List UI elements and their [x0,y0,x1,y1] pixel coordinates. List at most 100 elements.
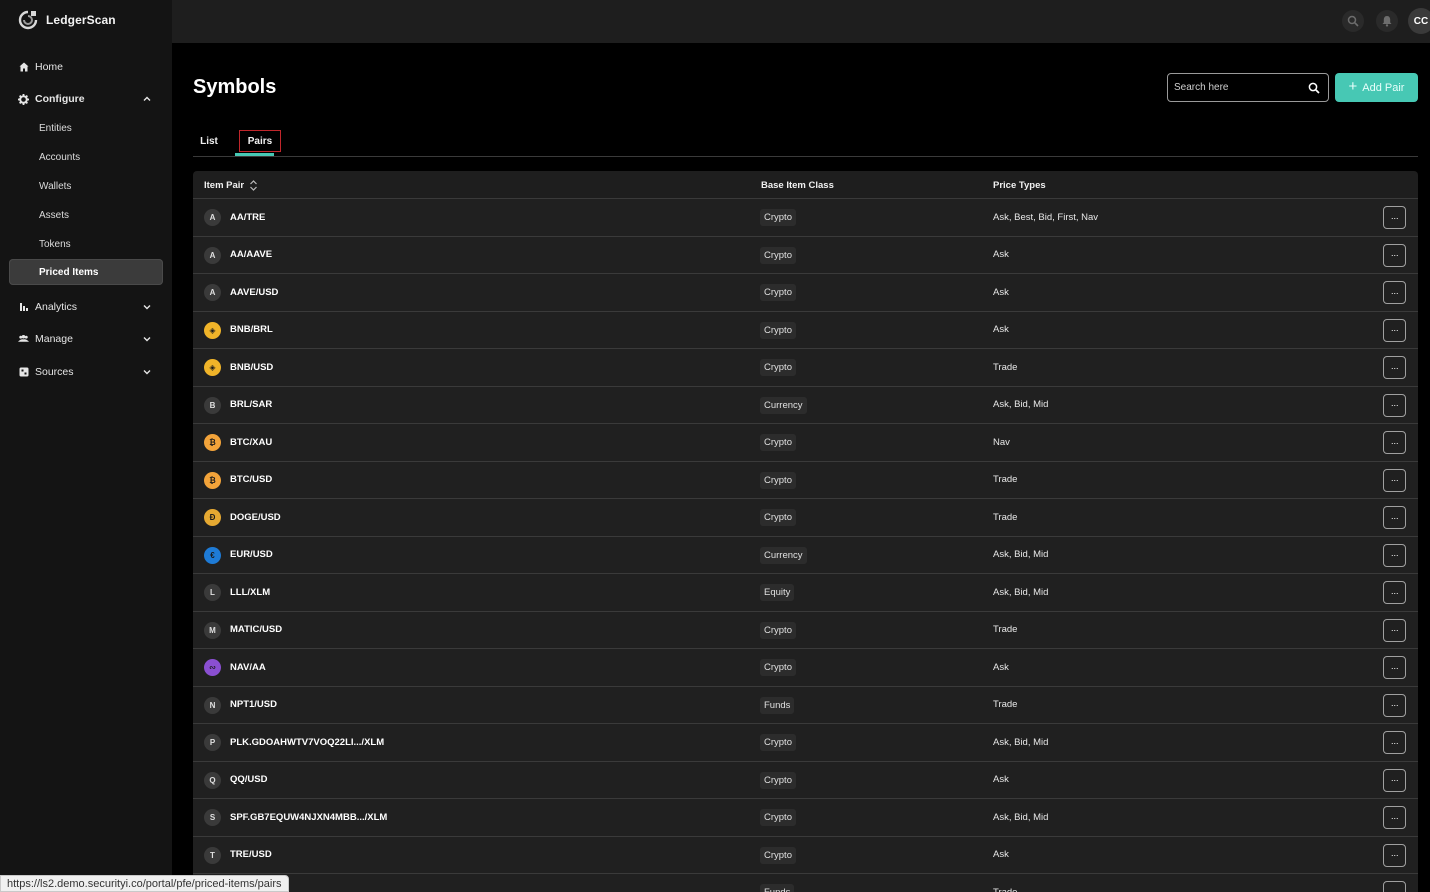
row-actions-button[interactable]: ··· [1383,431,1406,454]
sidebar-subitem-accounts[interactable]: Accounts [0,143,172,172]
sort-icon[interactable] [249,179,258,191]
sidebar-item-configure[interactable]: Configure [0,88,172,110]
item-pair-name[interactable]: BRL/SAR [230,387,272,423]
add-pair-button[interactable]: + Add Pair [1335,73,1418,102]
row-actions-button[interactable]: ··· [1383,393,1406,417]
search-input[interactable] [1174,74,1304,101]
table-row[interactable]: N NPT1/USD Funds Trade ··· [193,686,1418,724]
search-icon[interactable] [1308,82,1320,94]
bell-icon[interactable] [1376,10,1398,32]
row-actions-button[interactable]: ··· [1383,243,1406,267]
pair-icon: ∾ [204,659,221,676]
item-pair-name[interactable]: BTC/USD [230,462,272,498]
table-row[interactable]: Q QQ/USD Crypto Ask ··· [193,761,1418,799]
sidebar-item-home[interactable]: Home [0,56,172,78]
sidebar-item-analytics[interactable]: Analytics [0,296,172,318]
item-pair-name[interactable]: DOGE/USD [230,499,281,535]
row-actions-button[interactable]: ··· [1383,881,1406,892]
price-types: Ask, Bid, Mid [993,811,1049,823]
table-row[interactable]: ◈ BNB/USD Crypto Trade ··· [193,349,1418,387]
item-pair-name[interactable]: LLL/XLM [230,574,270,610]
item-pair-name[interactable]: NAV/AA [230,649,266,685]
sidebar-item-sources[interactable]: Sources [0,361,172,383]
pair-icon: A [204,246,221,264]
price-types: Trade [993,474,1018,485]
sidebar-subitem-entities[interactable]: Entities [0,114,172,143]
sidebar-subitem-priced-items[interactable]: Priced Items [9,259,163,285]
tab-list[interactable]: List [193,130,225,152]
table-row[interactable]: A AAVE/USD Crypto Ask ··· [193,274,1418,312]
item-pair-name[interactable]: SPF.GB7EQUW4NJXN4MBB.../XLM [230,799,387,835]
base-item-class-badge: Crypto [760,846,796,864]
row-actions-button[interactable]: ··· [1383,731,1406,754]
row-actions-button[interactable]: ··· [1383,768,1406,792]
row-actions-button[interactable]: ··· [1383,318,1406,342]
table-row[interactable]: A AA/AAVE Crypto Ask ··· [193,236,1418,274]
sidebar-item-manage[interactable]: Manage [0,328,172,350]
table-row[interactable]: Funds Trade ··· [193,874,1418,892]
item-pair-name[interactable]: AA/TRE [230,199,265,235]
table-row[interactable]: ◈ BNB/BRL Crypto Ask ··· [193,311,1418,349]
sidebar-subitem-tokens[interactable]: Tokens [0,230,172,259]
chevron-down-icon[interactable] [142,302,152,312]
item-pair-name[interactable]: PLK.GDOAHWTV7VOQ22LI.../XLM [230,724,384,760]
pair-icon: ₿ [204,434,221,451]
row-actions-button[interactable]: ··· [1383,618,1406,642]
row-actions-button[interactable]: ··· [1383,506,1406,529]
item-pair-name[interactable]: BTC/XAU [230,424,272,460]
row-actions-button[interactable]: ··· [1383,543,1406,567]
item-pair-name[interactable]: AA/AAVE [230,237,272,273]
table-row[interactable]: B BRL/SAR Currency Ask, Bid, Mid ··· [193,386,1418,424]
row-actions-button[interactable]: ··· [1383,656,1406,679]
base-item-class-badge: Crypto [760,246,796,264]
base-item-class-badge: Crypto [760,359,796,376]
row-actions-button[interactable]: ··· [1383,581,1406,604]
row-actions-button[interactable]: ··· [1383,281,1406,304]
item-pair-name[interactable]: MATIC/USD [230,612,282,648]
item-pair-name[interactable]: TRE/USD [230,837,272,873]
search-field[interactable] [1167,73,1329,102]
sidebar-item-label: Manage [35,333,73,345]
row-actions-button[interactable]: ··· [1383,806,1406,829]
price-types: Ask, Bid, Mid [993,736,1049,748]
table-row[interactable]: M MATIC/USD Crypto Trade ··· [193,611,1418,649]
table-row[interactable]: ₿ BTC/XAU Crypto Nav ··· [193,424,1418,462]
table-row[interactable]: A AA/TRE Crypto Ask, Best, Bid, First, Nav ·… [193,199,1418,237]
tab-pairs[interactable]: Pairs [239,130,281,152]
pair-icon: ◈ [204,359,221,376]
table-row[interactable]: L LLL/XLM Equity Ask, Bid, Mid ··· [193,574,1418,612]
chevron-down-icon[interactable] [142,334,152,344]
row-actions-button[interactable]: ··· [1383,843,1406,867]
column-header-item-pair[interactable]: Item Pair [204,171,258,199]
table-row[interactable]: S SPF.GB7EQUW4NJXN4MBB.../XLM Crypto Ask, B… [193,799,1418,837]
price-types: Ask, Best, Bid, First, Nav [993,211,1099,223]
item-pair-name[interactable]: NPT1/USD [230,687,277,723]
item-pair-name[interactable]: BNB/USD [230,349,273,385]
row-actions-button[interactable]: ··· [1383,693,1406,717]
sidebar-subitem-wallets[interactable]: Wallets [0,172,172,201]
chevron-down-icon[interactable] [142,367,152,377]
item-pair-name[interactable]: QQ/USD [230,762,267,798]
base-item-class-badge: Equity [760,584,795,601]
item-pair-name[interactable]: BNB/BRL [230,312,273,348]
table-row[interactable]: T TRE/USD Crypto Ask ··· [193,836,1418,874]
table-row[interactable]: € EUR/USD Currency Ask, Bid, Mid ··· [193,536,1418,574]
row-actions-button[interactable]: ··· [1383,468,1406,492]
table-row[interactable]: Ð DOGE/USD Crypto Trade ··· [193,499,1418,537]
brand[interactable]: LedgerScan [18,10,116,30]
pair-icon: N [204,696,221,714]
table-row[interactable]: ₿ BTC/USD Crypto Trade ··· [193,461,1418,499]
pair-icon: € [204,546,221,564]
item-pair-name[interactable]: EUR/USD [230,537,273,573]
item-pair-name[interactable]: AAVE/USD [230,274,278,310]
row-actions-button[interactable]: ··· [1383,206,1406,229]
sidebar-subitem-assets[interactable]: Assets [0,201,172,230]
avatar[interactable]: CC [1408,8,1430,34]
table-row[interactable]: P PLK.GDOAHWTV7VOQ22LI.../XLM Crypto Ask, B… [193,724,1418,762]
sidebar-item-label: Home [35,61,64,73]
row-actions-button[interactable]: ··· [1383,356,1406,379]
table-row[interactable]: ∾ NAV/AA Crypto Ask ··· [193,649,1418,687]
price-types: Trade [993,361,1018,373]
search-icon[interactable] [1342,10,1364,32]
chevron-up-icon[interactable] [142,94,152,104]
